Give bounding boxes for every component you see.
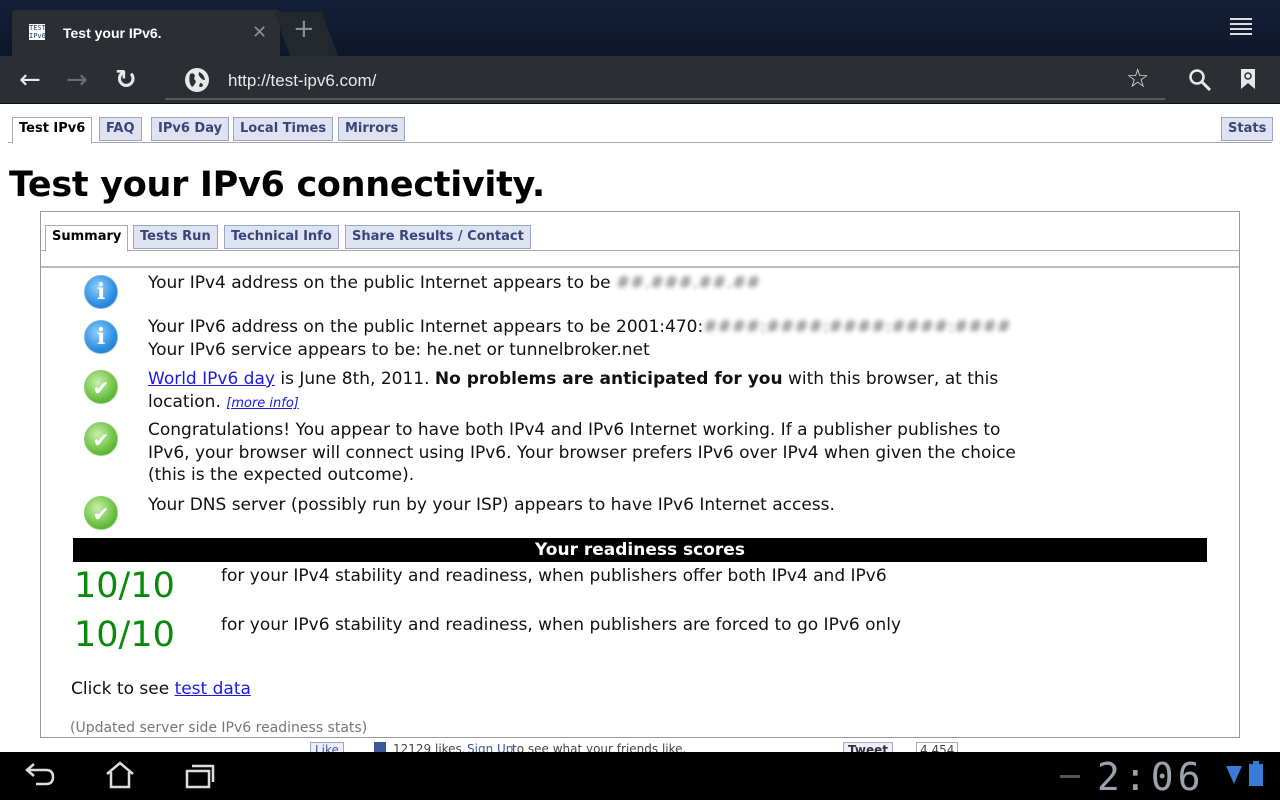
menu-icon[interactable] — [1230, 18, 1252, 36]
tweet-button[interactable]: Tweet — [843, 742, 893, 752]
tab-test-ipv6[interactable]: Test IPv6 — [12, 117, 93, 144]
tab-close-icon[interactable]: ✕ — [252, 22, 267, 43]
browser-tab[interactable]: TEST IPv6 Test your IPv6. ✕ — [12, 10, 280, 56]
system-navigation-bar: 2:06 — [0, 752, 1280, 800]
tab-favicon-icon: TEST IPv6 — [29, 24, 46, 40]
reload-icon[interactable]: ↻ — [115, 67, 137, 93]
click-to-see-text: Click to see — [71, 679, 175, 699]
info-icon: i — [84, 275, 118, 309]
results-panel: Summary Tests Run Technical Info Share R… — [40, 211, 1240, 738]
ipv6-score: 10/10 — [74, 615, 175, 655]
result-bold-text: No problems are anticipated for you — [434, 369, 783, 389]
notification-dash-icon — [1060, 775, 1080, 778]
tab-summary[interactable]: Summary — [45, 225, 129, 252]
readiness-scores-header: Your readiness scores — [73, 538, 1207, 562]
tab-ipv6-day[interactable]: IPv6 Day — [151, 117, 230, 141]
result-text: Congratulations! You appear to have both… — [148, 420, 1016, 485]
bookmark-star-icon[interactable]: ☆ — [1126, 66, 1149, 92]
redacted-ipv6: ####:####:####:####:#### — [703, 317, 1011, 337]
url-text[interactable]: http://test-ipv6.com/ — [228, 71, 376, 91]
clock: 2:06 — [1097, 755, 1205, 799]
forward-arrow-icon[interactable]: → — [66, 67, 88, 93]
tab-share-results[interactable]: Share Results / Contact — [345, 225, 531, 249]
test-data-link[interactable]: test data — [175, 679, 251, 699]
globe-icon — [185, 68, 209, 92]
check-icon: ✔ — [84, 422, 118, 456]
like-button[interactable]: Like — [310, 742, 344, 752]
page-title: Test your IPv6 connectivity. — [9, 165, 545, 205]
ipv6-score-description: for your IPv6 stability and readiness, w… — [221, 615, 902, 635]
site-nav: Test IPv6 FAQ IPv6 Day Local Times Mirro… — [0, 104, 1280, 144]
more-info-link[interactable]: [more info] — [226, 396, 299, 411]
tab-local-times[interactable]: Local Times — [233, 117, 334, 141]
back-arrow-icon[interactable]: ← — [19, 67, 41, 93]
tab-tests-run[interactable]: Tests Run — [133, 225, 218, 249]
result-text: Your IPv6 address on the public Internet… — [148, 317, 704, 337]
tweet-count: 4,454 — [916, 742, 959, 752]
signup-text: to see what your friends like. — [512, 742, 687, 752]
search-icon[interactable] — [1188, 68, 1212, 97]
check-icon: ✔ — [84, 370, 118, 404]
updated-stats-text: (Updated server side IPv6 readiness stat… — [70, 720, 368, 736]
result-text: Your DNS server (possibly run by your IS… — [148, 495, 835, 515]
browser-toolbar: ← → ↻ http://test-ipv6.com/ ☆ — [0, 56, 1280, 104]
ipv4-score-description: for your IPv4 stability and readiness, w… — [221, 566, 887, 586]
social-widgets: Like 12129 likes. Sign Up to see what yo… — [0, 739, 1280, 752]
browser-tab-bar: TEST IPv6 Test your IPv6. ✕ + — [0, 0, 1280, 56]
tab-mirrors[interactable]: Mirrors — [338, 117, 406, 141]
tab-stats[interactable]: Stats — [1221, 117, 1274, 141]
home-icon[interactable] — [104, 760, 136, 794]
signal-icon — [1226, 764, 1242, 790]
likes-count: 12129 likes. — [393, 742, 466, 752]
result-text: is June 8th, 2011. — [274, 369, 435, 389]
ipv6-service-text: Your IPv6 service appears to be: he.net … — [148, 339, 650, 360]
back-icon[interactable] — [24, 760, 56, 794]
check-icon: ✔ — [84, 496, 118, 530]
recent-apps-icon[interactable] — [184, 762, 216, 794]
plus-icon[interactable]: + — [293, 16, 315, 42]
facebook-icon — [374, 742, 386, 752]
tab-faq[interactable]: FAQ — [99, 117, 142, 141]
tab-title: Test your IPv6. — [63, 25, 162, 41]
world-ipv6-day-link[interactable]: World IPv6 day — [148, 369, 275, 389]
sign-up-link[interactable]: Sign Up — [467, 742, 513, 752]
address-bar[interactable]: http://test-ipv6.com/ — [165, 60, 1165, 100]
test-data-line: Click to see test data — [71, 679, 251, 699]
bookmarks-icon[interactable] — [1239, 68, 1257, 95]
ipv4-score: 10/10 — [74, 566, 175, 606]
result-text: Your IPv4 address on the public Internet… — [148, 273, 611, 293]
info-icon: i — [84, 320, 118, 354]
redacted-ipv4: ##.###.##.## — [616, 273, 761, 293]
tab-technical-info[interactable]: Technical Info — [224, 225, 339, 249]
battery-icon — [1248, 761, 1264, 791]
